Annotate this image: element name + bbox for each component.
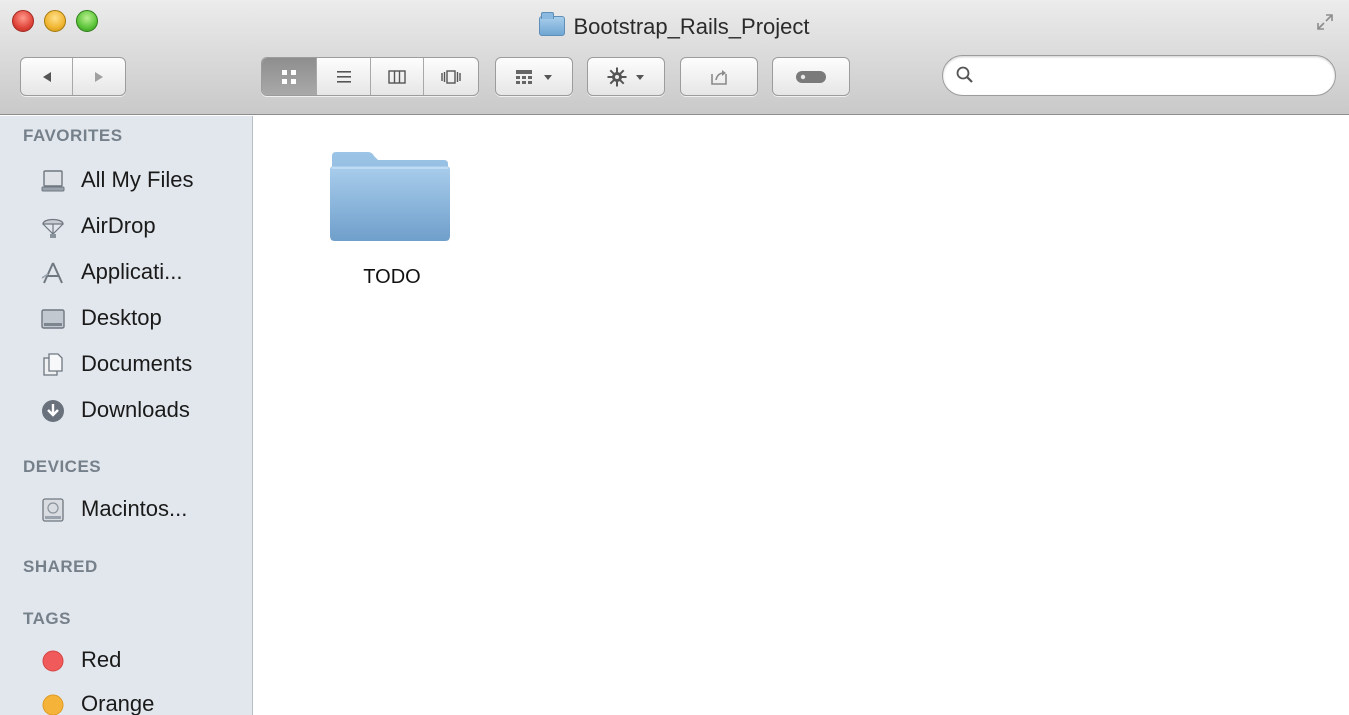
red-tag-dot-icon — [42, 650, 64, 672]
shared-header: SHARED — [23, 557, 98, 576]
cover-flow-view-button[interactable] — [424, 58, 478, 95]
sidebar: FAVORITES All My Files AirDrop Applicati — [0, 116, 253, 715]
dropdown-arrow-icon — [544, 74, 552, 80]
sidebar-item-label: AirDrop — [81, 213, 156, 238]
back-forward-control — [20, 57, 126, 96]
sidebar-item-label: Documents — [81, 351, 193, 376]
window-title: Bootstrap_Rails_Project — [0, 12, 1349, 40]
file-browser-content: TODO — [254, 116, 1349, 715]
list-view-icon — [336, 70, 351, 83]
sidebar-item-desktop[interactable]: Desktop — [0, 296, 252, 340]
forward-button[interactable] — [73, 58, 125, 95]
search-icon — [956, 66, 973, 83]
gear-icon — [607, 67, 627, 86]
favorites-header: FAVORITES — [23, 126, 123, 145]
downloads-icon — [42, 400, 64, 422]
applications-icon — [41, 262, 63, 284]
devices-header: DEVICES — [23, 457, 102, 476]
sidebar-item-label: Downloads — [81, 397, 190, 422]
folder-icon — [539, 12, 566, 36]
tags-header: TAGS — [23, 609, 71, 628]
sidebar-item-all-my-files[interactable]: All My Files — [0, 158, 252, 202]
sidebar-item-label: Desktop — [81, 305, 162, 330]
orange-tag-dot-icon — [42, 694, 64, 715]
documents-icon — [43, 353, 63, 376]
fullscreen-icon[interactable] — [1315, 12, 1335, 32]
sidebar-item-label: All My Files — [81, 167, 194, 192]
search-field[interactable] — [942, 55, 1336, 96]
tag-pill-icon — [796, 70, 826, 83]
arrange-button[interactable] — [495, 57, 573, 96]
view-mode-control — [261, 57, 479, 96]
finder-window: Bootstrap_Rails_Project FAVORITES All My… — [0, 0, 1349, 715]
back-button[interactable] — [21, 58, 73, 95]
dropdown-arrow-icon — [636, 74, 644, 80]
sidebar-item-label: Orange — [81, 691, 155, 715]
sidebar-item-label: Macintos... — [81, 496, 188, 521]
back-arrow-icon — [42, 71, 51, 82]
all-files-icon — [41, 170, 65, 192]
window-title-text: Bootstrap_Rails_Project — [573, 14, 810, 39]
sidebar-item-downloads[interactable]: Downloads — [0, 388, 252, 432]
action-menu-button[interactable] — [587, 57, 665, 96]
sidebar-item-tag-red[interactable]: Red — [0, 638, 252, 682]
toolbar: Bootstrap_Rails_Project — [0, 0, 1349, 115]
tags-button[interactable] — [772, 57, 850, 96]
desktop-icon — [41, 309, 65, 329]
sidebar-item-label: Red — [81, 647, 122, 672]
sidebar-item-macintosh-hd[interactable]: Macintos... — [0, 487, 252, 531]
column-view-icon — [388, 69, 406, 84]
search-input[interactable] — [983, 62, 1323, 89]
sidebar-item-tag-orange[interactable]: Orange — [0, 682, 252, 715]
icon-view-button[interactable] — [262, 58, 318, 95]
folder-name: TODO — [363, 266, 421, 288]
share-icon — [711, 69, 727, 85]
cover-flow-icon — [441, 69, 461, 84]
forward-arrow-icon — [95, 71, 103, 82]
icon-view-icon — [282, 69, 297, 84]
sidebar-item-label: Applicati... — [81, 259, 183, 284]
sidebar-item-airdrop[interactable]: AirDrop — [0, 204, 252, 248]
airdrop-icon — [42, 218, 64, 238]
sidebar-item-applications[interactable]: Applicati... — [0, 250, 252, 294]
arrange-grid-icon — [516, 69, 532, 84]
hard-drive-icon — [42, 498, 64, 522]
share-button[interactable] — [680, 57, 758, 96]
folder-item-todo[interactable]: TODO — [322, 144, 462, 294]
sidebar-item-documents[interactable]: Documents — [0, 342, 252, 386]
list-view-button[interactable] — [317, 58, 371, 95]
folder-icon — [330, 152, 450, 241]
column-view-button[interactable] — [371, 58, 425, 95]
